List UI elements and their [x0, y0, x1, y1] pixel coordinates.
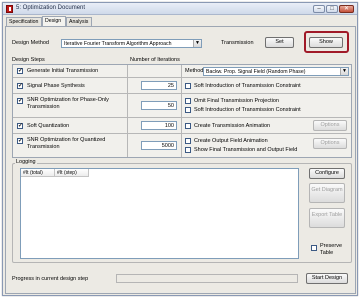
step-label: Generate Initial Transmission [27, 68, 99, 74]
options-button[interactable]: Options [313, 138, 347, 149]
start-design-button[interactable]: Start Design [306, 273, 348, 284]
step-checkbox-snr-phase[interactable]: ✓ [17, 98, 23, 104]
iterations-input[interactable]: 5000 [141, 141, 177, 150]
method-select[interactable]: Backw. Prop. Signal Field (Random Phase)… [203, 67, 349, 76]
step-checkbox-soft-quantization[interactable]: ✓ [17, 123, 23, 129]
iterations-header: Number of Iterations [130, 57, 180, 63]
design-tab-panel: Design Method Iterative Fourier Transfor… [5, 26, 356, 294]
close-button[interactable]: ✕ [339, 5, 354, 13]
tab-analysis[interactable]: Analysis [66, 17, 92, 26]
design-step-row: ✓ Signal Phase Synthesis 25 Soft Introdu… [13, 78, 351, 94]
option-label: Soft Introduction of Transmission Constr… [194, 83, 301, 89]
column-header-step[interactable]: #It (step) [55, 169, 89, 177]
transmission-label: Transmission [221, 40, 254, 46]
iterations-input[interactable]: 100 [141, 121, 177, 130]
method-label: Method [185, 68, 204, 74]
set-transmission-button[interactable]: Set [265, 37, 294, 48]
option-checkbox[interactable] [185, 107, 191, 113]
option-checkbox[interactable] [185, 138, 191, 144]
iterations-input[interactable]: 25 [141, 81, 177, 90]
design-method-label: Design Method [12, 40, 49, 46]
configure-button[interactable]: Configure [309, 168, 345, 179]
chevron-down-icon: ▼ [193, 40, 201, 47]
preserve-table-label: Preserve Table [320, 243, 343, 256]
get-diagram-button[interactable]: Get Diagram [309, 183, 345, 203]
design-steps-table: ✓ Generate Initial Transmission Method B… [12, 64, 352, 158]
iterations-input[interactable]: 50 [141, 101, 177, 110]
option-label: Create Output Field Animation [194, 138, 268, 144]
design-method-value: Iterative Fourier Transform Algorithm Ap… [64, 41, 172, 47]
method-value: Backw. Prop. Signal Field (Random Phase) [206, 69, 306, 75]
step-label: Soft Quantization [27, 123, 70, 129]
step-checkbox-signal-phase[interactable]: ✓ [17, 83, 23, 89]
options-button[interactable]: Options [313, 120, 347, 131]
minimize-button[interactable]: – [313, 5, 325, 13]
export-table-button[interactable]: Export Table [309, 208, 345, 228]
step-checkbox-generate[interactable]: ✓ [17, 68, 23, 74]
design-step-row: ✓ Generate Initial Transmission Method B… [13, 65, 351, 78]
maximize-button[interactable]: □ [326, 5, 338, 13]
tab-specification[interactable]: Specification [6, 17, 42, 26]
step-checkbox-snr-quantized[interactable]: ✓ [17, 138, 23, 144]
optimization-window: 5: Optimization Document – □ ✕ Specifica… [2, 2, 358, 296]
chevron-down-icon: ▼ [340, 68, 348, 75]
progress-label: Progress in current design step [12, 276, 89, 282]
option-checkbox[interactable] [185, 123, 191, 129]
step-label: Signal Phase Synthesis [27, 83, 85, 89]
design-step-row: ✓ Soft Quantization 100 Create Transmiss… [13, 118, 351, 134]
option-checkbox[interactable] [185, 83, 191, 89]
option-label: Create Transmission Animation [194, 123, 271, 129]
progress-bar [116, 274, 298, 283]
option-label: Show Final Transmission and Output Field [194, 147, 298, 153]
app-icon [6, 5, 13, 13]
preserve-table-checkbox[interactable] [311, 245, 317, 251]
option-checkbox[interactable] [185, 147, 191, 153]
tab-design[interactable]: Design [42, 16, 66, 26]
window-title: 5: Optimization Document [16, 5, 86, 11]
option-label: Soft Introduction of Transmission Constr… [194, 107, 301, 113]
logging-table[interactable]: #It (total) #It (step) [20, 168, 299, 259]
title-bar[interactable]: 5: Optimization Document – □ ✕ [3, 3, 357, 15]
option-checkbox[interactable] [185, 98, 191, 104]
design-steps-header: Design Steps [12, 57, 45, 63]
step-label: SNR Optimization for Quantized Transmiss… [27, 137, 106, 150]
option-label: Omit Final Transmission Projection [194, 98, 279, 104]
column-header-total[interactable]: #It (total) [21, 169, 55, 177]
design-step-row: ✓ SNR Optimization for Phase-Only Transm… [13, 94, 351, 118]
step-label: SNR Optimization for Phase-Only Transmis… [27, 97, 109, 110]
design-step-row: ✓ SNR Optimization for Quantized Transmi… [13, 134, 351, 157]
design-method-select[interactable]: Iterative Fourier Transform Algorithm Ap… [61, 39, 202, 48]
show-transmission-button[interactable]: Show [309, 37, 343, 48]
logging-label: Logging [15, 159, 37, 165]
